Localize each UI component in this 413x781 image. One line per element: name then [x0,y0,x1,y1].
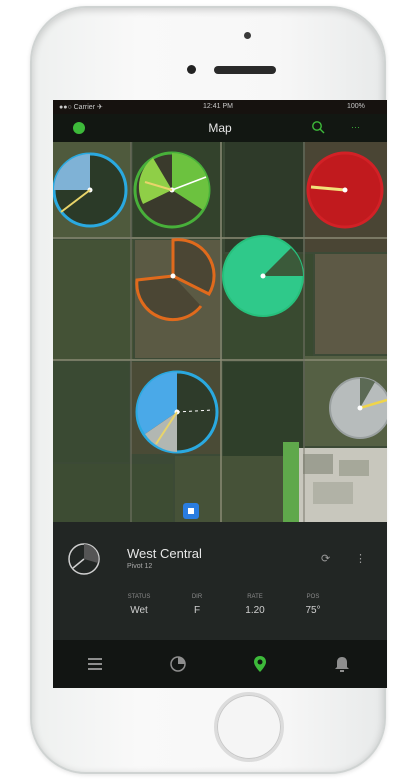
pivot-blue-topleft[interactable] [53,152,128,228]
front-camera [244,32,251,39]
page-title: Map [208,121,232,135]
field-info-panel[interactable]: West Central Pivot 12 ⟳ ⋮ STATUS Wet DIR F… [53,522,387,640]
stat-rate: RATE 1.20 [245,594,265,616]
more-options-button[interactable]: ⋮ [355,552,366,565]
stat-position: POS 75° [305,594,321,616]
pivot-red-right[interactable] [306,151,384,229]
battery-label: 100% [347,103,365,110]
pivot-blue-bottom[interactable] [135,370,219,454]
tab-bar [53,640,387,688]
status-time: 12:41 PM [203,103,233,110]
home-button[interactable] [214,692,284,762]
list-icon[interactable] [85,654,105,674]
bell-icon[interactable] [332,654,352,674]
pivot-green-top[interactable] [133,151,211,229]
earpiece-speaker [214,66,276,74]
carrier-label: ●●○ Carrier ✈ [59,104,103,111]
location-marker[interactable] [183,503,199,519]
phone-screen: ●●○ Carrier ✈ 12:41 PM 100% Map ··· West… [53,100,387,688]
proximity-sensor [187,65,196,74]
pivot-gray-right[interactable] [329,377,387,439]
pivot-teal-center[interactable] [222,235,304,317]
field-subtitle: Pivot 12 [127,563,153,570]
pivot-icon [68,543,100,575]
stat-status: STATUS Wet [127,594,151,616]
more-button[interactable]: ··· [351,122,360,132]
stat-direction: DIR F [191,594,203,616]
map-pin-icon[interactable] [250,654,270,674]
field-name: West Central [127,546,202,561]
pivot-tab-icon[interactable] [168,654,188,674]
status-bar: ●●○ Carrier ✈ 12:41 PM 100% [53,100,387,114]
search-icon[interactable] [311,120,325,134]
nav-bar: Map ··· [53,114,387,142]
refresh-button[interactable]: ⟳ [321,552,330,565]
satellite-map[interactable] [53,142,387,522]
